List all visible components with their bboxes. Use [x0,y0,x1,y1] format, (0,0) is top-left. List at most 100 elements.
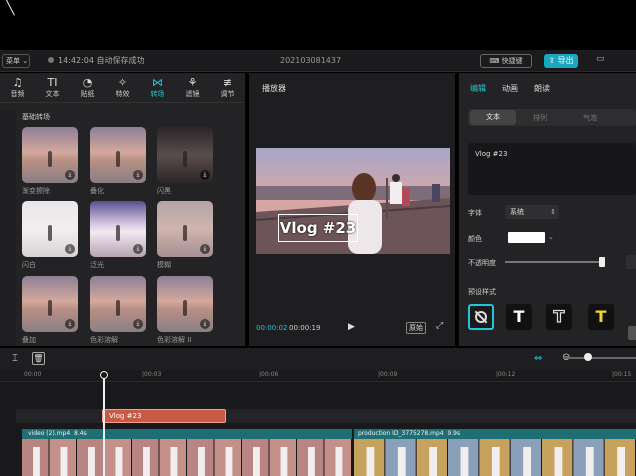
transition-card[interactable]: ⤓ [22,276,78,332]
tool-filter[interactable]: ⚘ 滤镜 [175,73,210,102]
preset-label: 预设样式 [468,288,496,296]
transition-card[interactable]: ⤓ [90,276,146,332]
text-overlay-box[interactable]: Vlog #23 [278,214,358,242]
timeline-ruler[interactable] [0,370,636,382]
thumbnail-figure [48,300,52,316]
ratio-button[interactable]: 原始 [406,322,426,334]
tool-text[interactable]: TI 文本 [35,73,70,102]
tool-adjust[interactable]: ≢ 调节 [210,73,245,102]
clip-2-thumbnails [354,439,635,476]
chevron-down-icon[interactable]: ⌄ [548,232,558,243]
filmstrip-frame [297,439,324,476]
split-icon[interactable]: ⌶ [12,353,18,364]
preset-outline[interactable]: T [546,304,572,330]
tool-label: 音频 [10,89,25,98]
opacity-slider[interactable] [505,261,604,263]
window-controls[interactable]: ▭ [596,54,605,64]
subtab-text[interactable]: 文本 [470,110,516,125]
download-icon[interactable]: ⤓ [200,244,210,254]
clip-2-name: production ID_3775278.mp4 9.9s [358,430,460,437]
transition-card[interactable]: ⤓ [157,276,213,332]
subtab-arrange[interactable]: 排列 [533,113,547,123]
link-icon[interactable]: ⇔ [534,353,542,364]
filmstrip-frame [242,439,269,476]
tool-label: 特效 [115,89,130,98]
filmstrip-frame [573,439,604,476]
transition-card-label: 叠加 [22,336,36,344]
download-icon[interactable]: ⤓ [133,244,143,254]
chevron-down-icon: ⌄ [22,57,29,65]
apply-button[interactable] [628,326,636,340]
tool-effects[interactable]: ✧ 特效 [105,73,140,102]
fullscreen-icon[interactable]: ⤢ [436,321,443,331]
effects-icon: ✧ [117,75,128,89]
clip-2-duration: 9.9s [447,430,461,437]
category-strip[interactable] [0,110,16,346]
download-icon[interactable]: ⤓ [65,170,75,180]
play-icon[interactable]: ▶ [348,322,355,332]
playhead[interactable] [103,372,105,476]
tool-transition[interactable]: ⋈ 转场 [140,73,175,102]
thumbnail-figure [116,225,120,241]
subtab-bubble[interactable]: 气泡 [583,113,597,123]
export-button[interactable]: ⇪ 导出 [544,54,578,68]
delete-icon[interactable]: 🗑 [32,352,45,365]
back-icon[interactable]: ╲ [6,0,14,16]
tab-edit[interactable]: 编辑 [470,84,486,93]
video-preview[interactable]: Vlog #23 [256,148,450,254]
clip-1-filename: video (2).mp4 [28,430,71,437]
tab-animation[interactable]: 动画 [502,84,518,93]
download-icon[interactable]: ⤓ [133,319,143,329]
zoom-slider-handle[interactable] [584,353,592,361]
color-swatch[interactable] [508,232,545,243]
tick-label: |00:06 [259,371,279,378]
thumbnail-figure [183,300,187,316]
filmstrip-frame [132,439,159,476]
timeline-toolbar: ⌶ 🗑 ⇔ ⊖ [0,348,636,370]
shortcut-button[interactable]: ⌨ 快捷键 [480,54,532,68]
preset-none[interactable] [468,304,494,330]
opacity-value-field[interactable] [626,255,636,269]
text-clip[interactable]: Vlog #23 [102,409,226,423]
download-icon[interactable]: ⤓ [65,244,75,254]
tick-label: |00:15 [612,371,632,378]
text-input[interactable]: Vlog #23 [468,143,636,195]
transition-card[interactable]: ⤓ [90,127,146,183]
transition-card-label: 叠化 [90,187,104,195]
thumbnail-figure [183,225,187,241]
download-icon[interactable]: ⤓ [200,319,210,329]
menu-button[interactable]: 菜单 ⌄ [2,54,30,68]
tool-label: 调节 [220,89,235,98]
opacity-slider-handle[interactable] [599,257,605,267]
thumbnail-figure [183,151,187,167]
font-value: 系统 [510,208,524,216]
keyboard-icon: ⌨ [489,57,500,65]
tab-read[interactable]: 朗读 [534,84,550,93]
font-select[interactable]: 系统 ⇕ [505,205,559,219]
tool-label: 贴纸 [80,89,95,98]
tool-sticker[interactable]: ◔ 贴纸 [70,73,105,102]
filmstrip-frame [604,439,635,476]
download-icon[interactable]: ⤓ [133,170,143,180]
preset-yellow[interactable]: T [588,304,614,330]
clip-2-filename: production ID_3775278.mp4 [358,430,444,437]
transition-card[interactable]: ⤓ [90,201,146,257]
font-label: 字体 [468,209,482,217]
tool-label: 滤镜 [185,89,200,98]
transition-card[interactable]: ⤓ [22,127,78,183]
transition-card[interactable]: ⤓ [22,201,78,257]
transition-card-label: 模糊 [157,261,171,269]
transition-card-label: 闪黑 [157,187,171,195]
download-icon[interactable]: ⤓ [200,170,210,180]
transition-card[interactable]: ⤓ [157,127,213,183]
preset-white[interactable]: T [506,304,532,330]
download-icon[interactable]: ⤓ [65,319,75,329]
tool-music[interactable]: ♫ 音频 [0,73,35,102]
tick-label: 00:00 [24,371,42,378]
transition-card[interactable]: ⤓ [157,201,213,257]
thumbnail-figure [48,151,52,167]
playhead-handle[interactable] [100,371,108,379]
thumbnail-figure [116,300,120,316]
zoom-slider[interactable] [563,357,636,359]
filmstrip-frame [77,439,104,476]
